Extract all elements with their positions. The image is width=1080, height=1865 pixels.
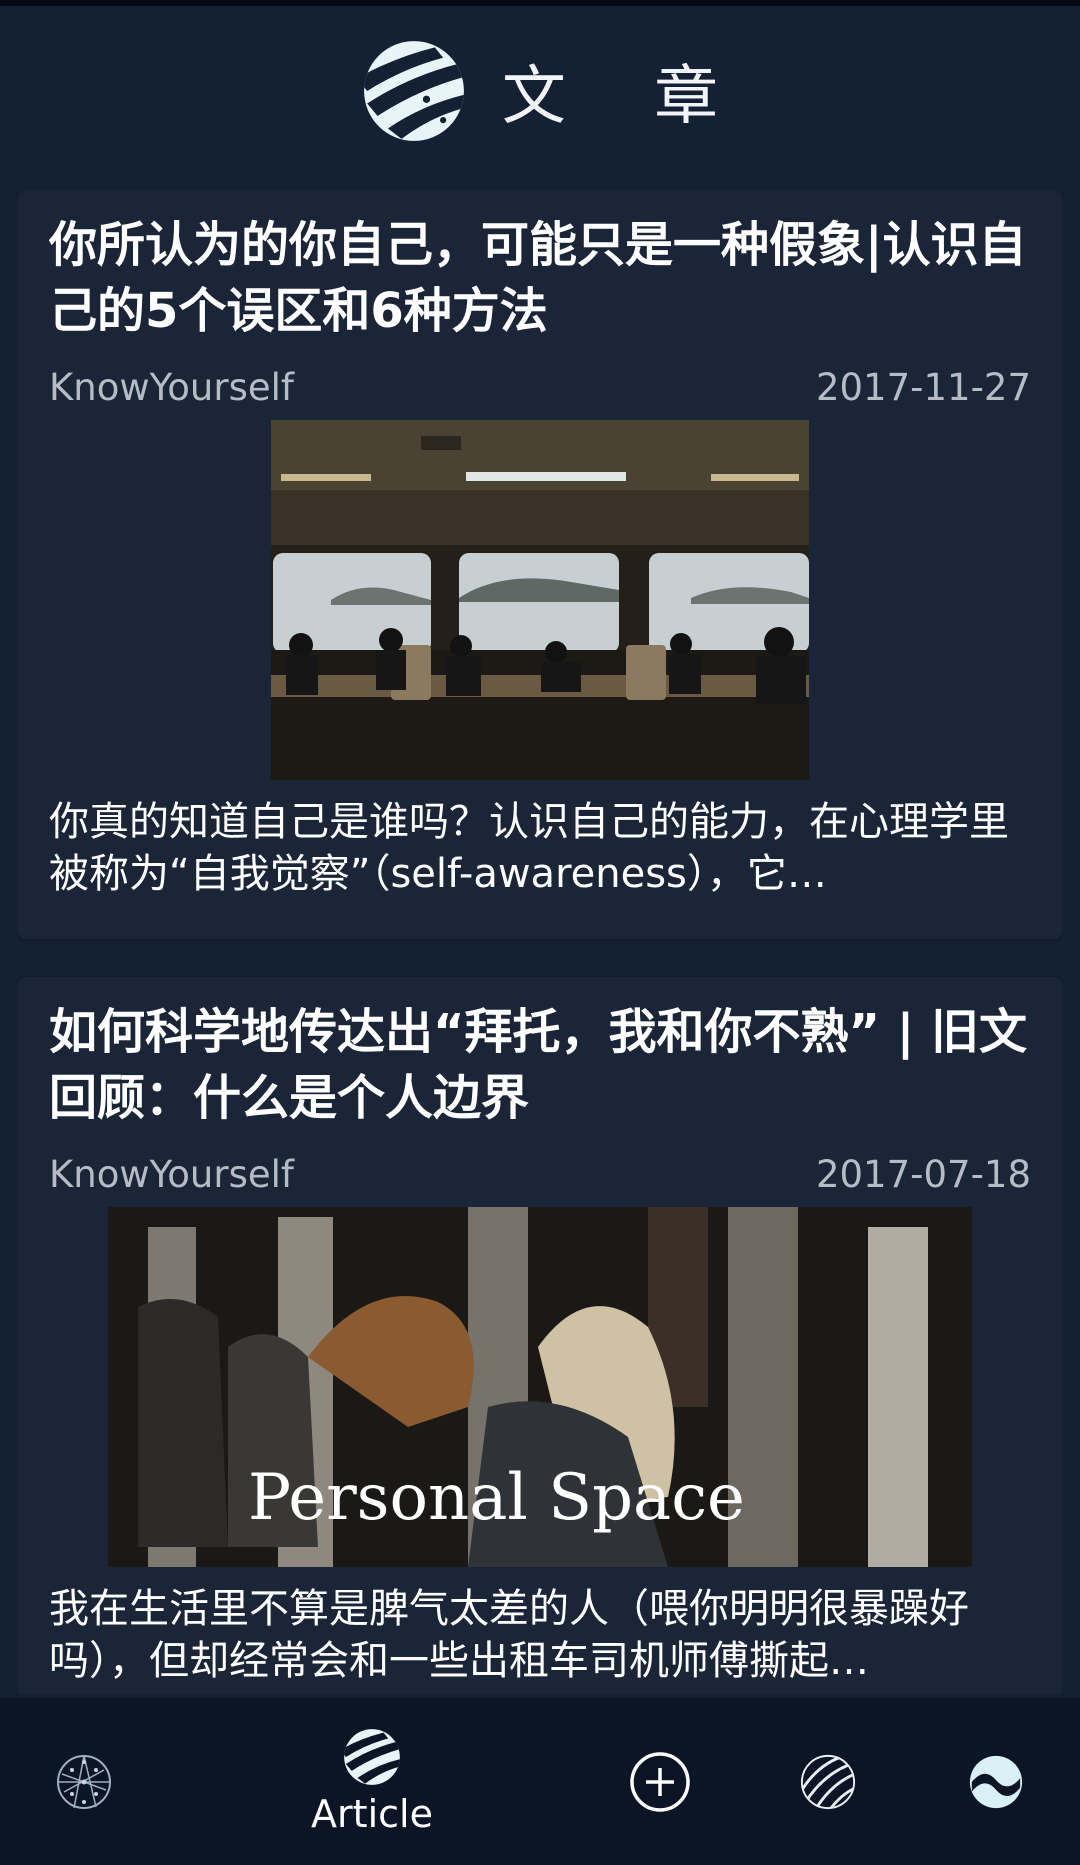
nav-item-discover[interactable] (796, 1698, 860, 1865)
add-circle-icon (630, 1751, 690, 1812)
nav-item-profile[interactable] (964, 1698, 1028, 1865)
app-header: 文 章 (0, 6, 1080, 176)
swirl-sphere-icon (800, 1754, 856, 1809)
striped-globe-icon (344, 1728, 400, 1785)
bottom-nav: Article (0, 1698, 1080, 1865)
article-excerpt: 我在生活里不算是脾气太差的人（喂你明明很暴躁好吗），但却经常会和一些出租车司机师… (49, 1586, 969, 1684)
network-sphere-icon (57, 1754, 111, 1809)
article-title[interactable]: 如何科学地传达出“拜托，我和你不熟” | 旧文回顾：什么是个人边界 (49, 999, 1031, 1131)
article-thumbnail[interactable]: Personal Space (108, 1207, 972, 1567)
page-title: 文 章 (501, 60, 753, 134)
thumbnail-caption: Personal Space (248, 1461, 745, 1535)
article-thumbnail[interactable] (271, 420, 809, 780)
article-excerpt: 你真的知道自己是谁吗？认识自己的能力，在心理学里被称为“自我觉察”（self-a… (49, 799, 1009, 897)
nav-item-article[interactable]: Article (300, 1698, 444, 1865)
article-title[interactable]: 你所认为的你自己，可能只是一种假象|认识自己的5个误区和6种方法 (49, 212, 1031, 344)
article-card[interactable]: 你所认为的你自己，可能只是一种假象|认识自己的5个误区和6种方法 KnowYou… (18, 190, 1062, 939)
article-meta: KnowYourself 2017-07-18 (49, 1149, 1031, 1199)
article-feed[interactable]: 你所认为的你自己，可能只是一种假象|认识自己的5个误区和6种方法 KnowYou… (18, 190, 1062, 1694)
article-meta: KnowYourself 2017-11-27 (49, 362, 1031, 412)
nav-label-article: Article (311, 1791, 433, 1836)
wave-orb-icon (969, 1755, 1023, 1808)
article-author: KnowYourself (49, 365, 294, 409)
article-card[interactable]: 如何科学地传达出“拜托，我和你不熟” | 旧文回顾：什么是个人边界 KnowYo… (18, 977, 1062, 1694)
nav-item-explore[interactable] (52, 1698, 116, 1865)
article-date: 2017-11-27 (815, 365, 1031, 409)
nav-item-add[interactable] (628, 1698, 692, 1865)
article-author: KnowYourself (49, 1152, 294, 1196)
article-date: 2017-07-18 (815, 1152, 1031, 1196)
striped-globe-icon (363, 41, 464, 141)
